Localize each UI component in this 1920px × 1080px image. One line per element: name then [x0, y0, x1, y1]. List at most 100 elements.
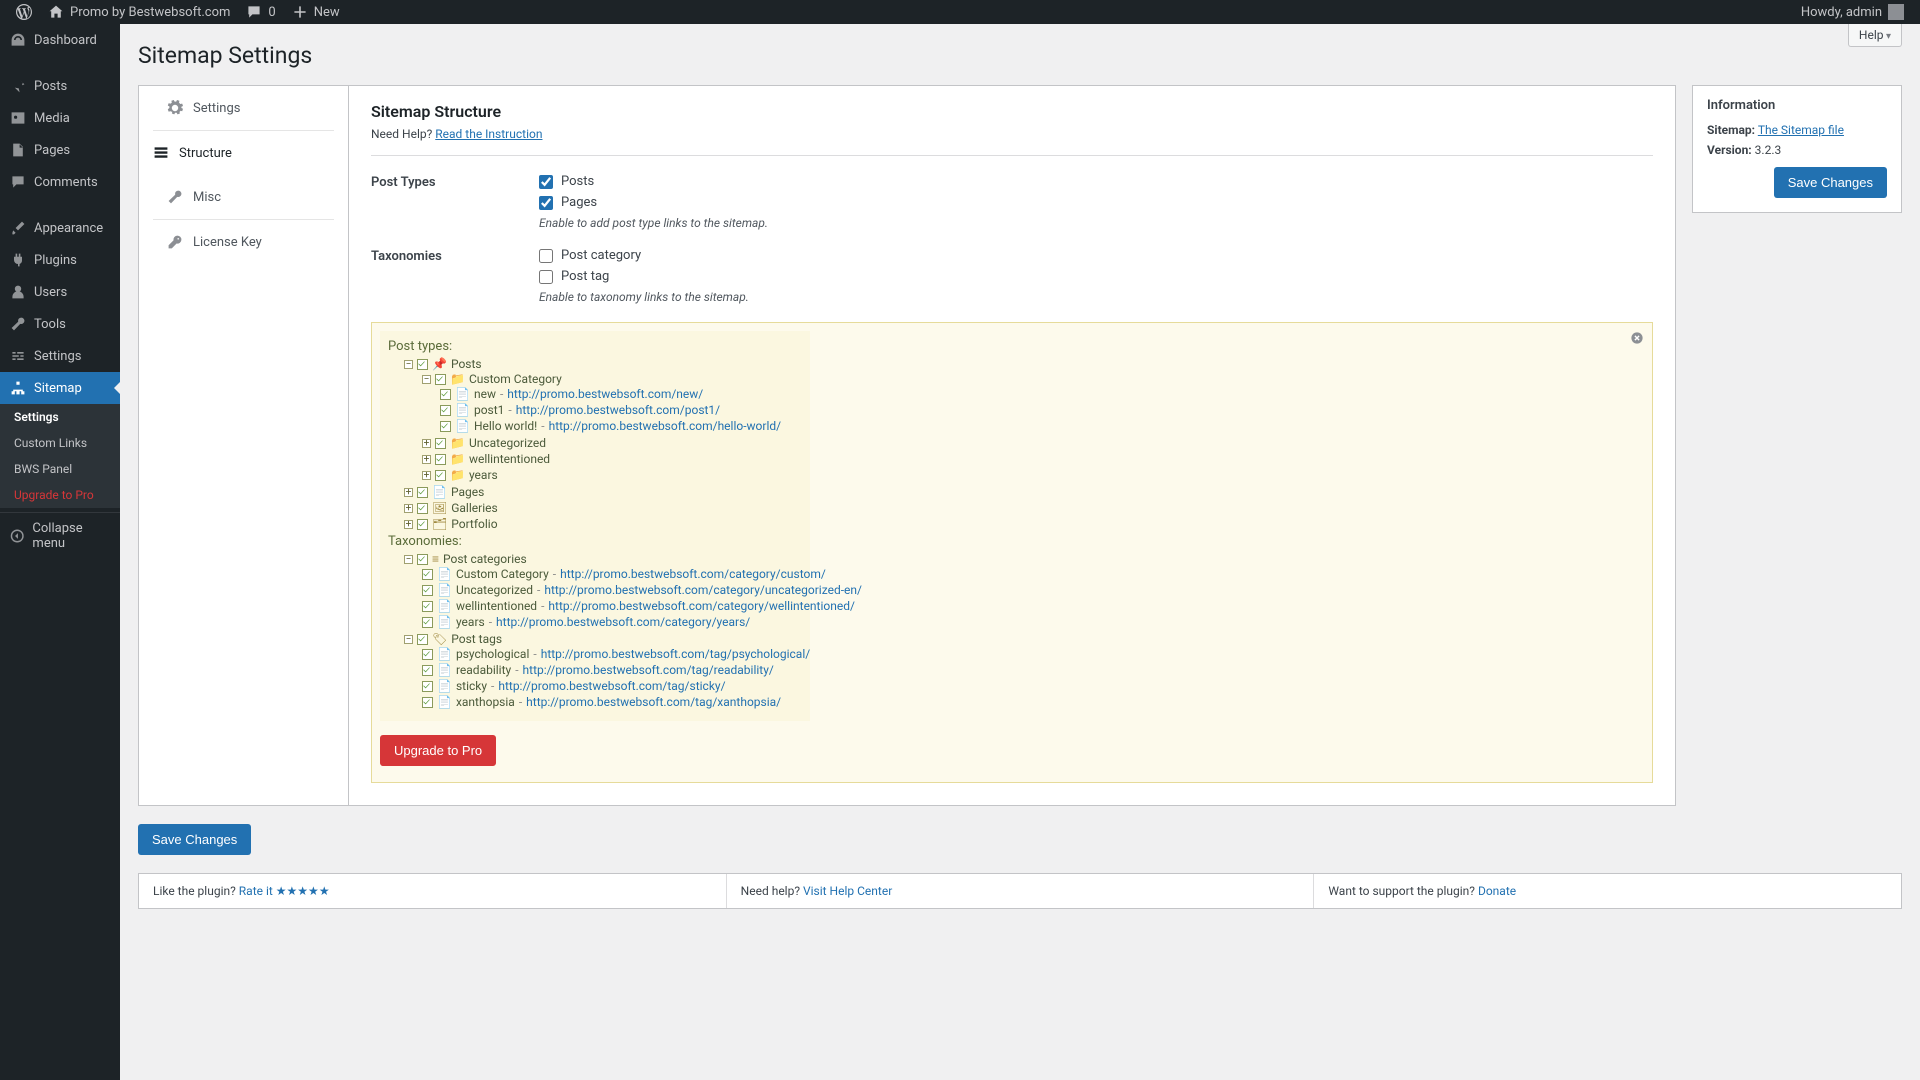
comments-count: 0 — [268, 5, 275, 20]
tab-structure[interactable]: Structure — [139, 131, 348, 175]
tree-leaf-label: Uncategorized — [456, 583, 533, 597]
help-button[interactable]: Help — [1848, 24, 1902, 47]
checkbox-post-category-input[interactable] — [539, 249, 553, 263]
footer-promo-row: Like the plugin? Rate it ★★★★★ Need help… — [138, 873, 1902, 909]
sidebar-item-label: Pages — [34, 143, 70, 158]
tree-leaf-label: years — [456, 615, 485, 629]
dashboard-icon — [10, 32, 26, 48]
sidebar-item-pages[interactable]: Pages — [0, 134, 120, 166]
sitemap-file-link[interactable]: The Sitemap file — [1758, 123, 1844, 137]
sidebar-item-label: Dashboard — [34, 33, 97, 48]
gear-icon — [167, 100, 183, 116]
submenu-bws-panel[interactable]: BWS Panel — [0, 456, 120, 482]
sidebar-item-label: Settings — [34, 349, 81, 364]
pin-icon — [10, 78, 26, 94]
read-instruction-link[interactable]: Read the Instruction — [435, 127, 542, 141]
tree-node-label: Posts — [451, 357, 482, 371]
taxonomies-label: Taxonomies — [371, 248, 539, 304]
footer-like-prefix: Like the plugin? — [153, 884, 239, 898]
checkbox-pages[interactable]: Pages — [539, 195, 1653, 210]
tree-node-label: Uncategorized — [469, 436, 546, 450]
checkbox-posts-input[interactable] — [539, 175, 553, 189]
checkbox-post-tag-input[interactable] — [539, 270, 553, 284]
info-save-button[interactable]: Save Changes — [1774, 167, 1887, 198]
site-link[interactable]: Promo by Bestwebsoft.com — [40, 0, 238, 24]
tree-url[interactable]: http://promo.bestwebsoft.com/category/we… — [548, 599, 855, 613]
sidebar-item-label: Comments — [34, 175, 98, 190]
tree-url[interactable]: http://promo.bestwebsoft.com/post1/ — [516, 403, 720, 417]
tree-url[interactable]: http://promo.bestwebsoft.com/tag/sticky/ — [498, 679, 725, 693]
submenu-settings[interactable]: Settings — [0, 404, 120, 430]
divider — [371, 155, 1653, 156]
admin-bar: Promo by Bestwebsoft.com 0 New Howdy, ad… — [0, 0, 1920, 24]
tree-url[interactable]: http://promo.bestwebsoft.com/hello-world… — [549, 419, 782, 433]
checkbox-posts[interactable]: Posts — [539, 174, 1653, 189]
checkbox-pages-input[interactable] — [539, 196, 553, 210]
sidebar-item-plugins[interactable]: Plugins — [0, 244, 120, 276]
info-title: Information — [1707, 98, 1887, 113]
tree-url[interactable]: http://promo.bestwebsoft.com/tag/psychol… — [541, 647, 811, 661]
comments-link[interactable]: 0 — [238, 0, 283, 24]
tree-url[interactable]: http://promo.bestwebsoft.com/tag/xanthop… — [526, 695, 781, 709]
site-name: Promo by Bestwebsoft.com — [70, 5, 230, 20]
sidebar-item-posts[interactable]: Posts — [0, 70, 120, 102]
collapse-icon — [10, 528, 24, 544]
tree-leaf-label: new — [474, 387, 496, 401]
sidebar-item-label: Media — [34, 111, 70, 126]
sidebar-item-tools[interactable]: Tools — [0, 308, 120, 340]
sidebar-item-media[interactable]: Media — [0, 102, 120, 134]
tree-node-label: Pages — [451, 485, 484, 499]
info-sitemap-label: Sitemap: — [1707, 123, 1755, 137]
tree-leaf-label: Custom Category — [456, 567, 549, 581]
settings-tabs: Settings Structure Misc License Key — [138, 85, 348, 806]
tree-url[interactable]: http://promo.bestwebsoft.com/new/ — [507, 387, 703, 401]
promo-close-button[interactable] — [1630, 331, 1644, 349]
checkbox-label: Post category — [561, 248, 641, 263]
wordpress-icon — [16, 4, 32, 20]
sidebar-item-settings[interactable]: Settings — [0, 340, 120, 372]
sidebar-item-comments[interactable]: Comments — [0, 166, 120, 198]
sidebar-item-users[interactable]: Users — [0, 276, 120, 308]
upgrade-to-pro-button[interactable]: Upgrade to Pro — [380, 735, 496, 766]
new-link[interactable]: New — [284, 0, 348, 24]
tree-node-label: Post categories — [443, 552, 527, 566]
tree-url[interactable]: http://promo.bestwebsoft.com/tag/readabi… — [523, 663, 774, 677]
rating-stars-icon[interactable]: ★★★★★ — [276, 884, 330, 898]
help-label: Help — [1859, 28, 1884, 42]
donate-link[interactable]: Donate — [1478, 884, 1516, 898]
checkbox-post-category[interactable]: Post category — [539, 248, 1653, 263]
collapse-menu[interactable]: Collapse menu — [0, 512, 120, 559]
sidebar-item-label: Plugins — [34, 253, 77, 268]
tree-url[interactable]: http://promo.bestwebsoft.com/category/ye… — [496, 615, 750, 629]
sidebar-item-sitemap[interactable]: Sitemap — [0, 372, 120, 404]
submenu-upgrade[interactable]: Upgrade to Pro — [0, 482, 120, 508]
wrench-icon — [10, 316, 26, 332]
tree-url[interactable]: http://promo.bestwebsoft.com/category/cu… — [560, 567, 826, 581]
info-version-line: Version: 3.2.3 — [1707, 143, 1887, 157]
plus-icon — [292, 4, 308, 20]
wp-logo[interactable] — [8, 0, 40, 24]
tab-misc[interactable]: Misc — [153, 175, 334, 220]
tab-license[interactable]: License Key — [153, 220, 334, 264]
help-center-link[interactable]: Visit Help Center — [803, 884, 892, 898]
tree-url[interactable]: http://promo.bestwebsoft.com/category/un… — [544, 583, 862, 597]
tree-taxonomies-header: Taxonomies: — [388, 534, 804, 549]
submenu-custom-links[interactable]: Custom Links — [0, 430, 120, 456]
tab-settings[interactable]: Settings — [153, 86, 334, 131]
checkbox-post-tag[interactable]: Post tag — [539, 269, 1653, 284]
close-icon — [1630, 331, 1644, 345]
page-icon — [10, 142, 26, 158]
info-version-value: 3.2.3 — [1755, 143, 1782, 157]
footer-help-cell: Need help? Visit Help Center — [727, 874, 1315, 908]
section-title: Sitemap Structure — [371, 102, 1653, 121]
user-menu[interactable]: Howdy, admin — [1793, 0, 1912, 24]
wrench-icon — [167, 189, 183, 205]
sidebar-item-label: Users — [34, 285, 67, 300]
save-changes-button[interactable]: Save Changes — [138, 824, 251, 855]
footer-rate-cell: Like the plugin? Rate it ★★★★★ — [139, 874, 727, 908]
sidebar-item-dashboard[interactable]: Dashboard — [0, 24, 120, 56]
tree-node-label: Galleries — [451, 501, 497, 515]
sidebar-item-appearance[interactable]: Appearance — [0, 212, 120, 244]
tree-posttypes-header: Post types: — [388, 339, 804, 354]
rate-link[interactable]: Rate it — [239, 884, 273, 898]
